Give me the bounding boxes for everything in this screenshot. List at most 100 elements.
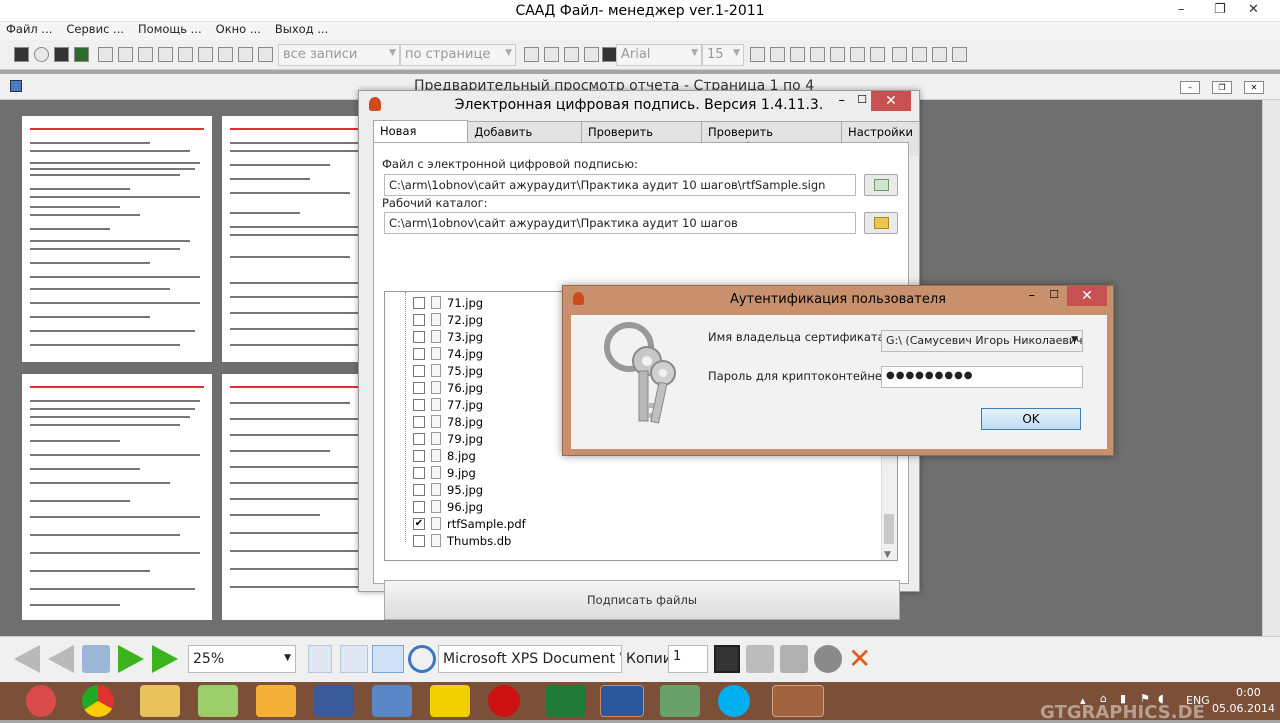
menu-exit[interactable]: Выход ... [275,22,328,40]
preview-minimize-button[interactable]: – [1180,81,1200,94]
file-checkbox[interactable] [413,534,425,547]
clock-date[interactable]: 05.06.2014 [1212,702,1275,715]
paste-icon[interactable] [602,47,617,62]
help-icon[interactable] [34,47,49,62]
notepad-icon[interactable] [198,685,238,717]
auth-maximize-button[interactable]: ☐ [1049,288,1059,301]
list-icon[interactable] [118,47,133,62]
ok-button[interactable]: OK [981,408,1081,430]
print-icon[interactable] [98,47,113,62]
file-row[interactable]: 79.jpg [413,430,483,447]
auth-close-button[interactable]: ✕ [1067,286,1107,306]
justify-icon[interactable] [870,47,885,62]
file-row[interactable]: 73.jpg [413,328,483,345]
file-row[interactable]: 71.jpg [413,294,483,311]
file-row[interactable]: 96.jpg [413,498,483,515]
last-page-icon[interactable] [152,645,178,673]
records-combo[interactable]: все записи ▼ [278,44,400,66]
folder-icon[interactable] [140,685,180,717]
report-page-1[interactable] [22,116,212,362]
file-checkbox[interactable] [413,432,425,445]
file-row[interactable]: 95.jpg [413,481,483,498]
network-icon[interactable] [14,47,29,62]
app-5-icon[interactable] [256,685,296,717]
file-row[interactable]: 77.jpg [413,396,483,413]
menu-help[interactable]: Помощь ... [138,22,202,40]
zoom-icon[interactable] [408,645,436,673]
align-right-icon[interactable] [850,47,865,62]
stop-icon[interactable] [138,47,153,62]
spreadsheet-icon[interactable] [74,47,89,62]
multi-page-icon[interactable] [372,645,404,673]
browse-file-button[interactable] [864,174,898,196]
signature-file-field[interactable]: C:\arm\1obnov\сайт ажураудит\Практика ау… [384,174,856,196]
password-field[interactable]: ●●●●●●●●● [881,366,1083,388]
scroll-thumb[interactable] [884,514,894,544]
link-icon[interactable] [524,47,539,62]
print-setup-icon[interactable] [746,645,774,673]
file-row[interactable]: 78.jpg [413,413,483,430]
file-checkbox[interactable] [413,415,425,428]
border-icon[interactable] [952,47,967,62]
two-pages-icon[interactable] [340,645,368,673]
signature-minimize-button[interactable]: – [839,93,846,108]
file-checkbox[interactable] [413,398,425,411]
opera-icon[interactable] [488,685,520,717]
tray-chevron-icon[interactable]: ▴ [1080,694,1086,707]
file-row[interactable]: 75.jpg [413,362,483,379]
menu-service[interactable]: Сервис ... [66,22,124,40]
fill-color-icon[interactable] [932,47,947,62]
preview-scrollbar[interactable] [1262,100,1280,636]
file-checkbox[interactable] [413,449,425,462]
prev-page-icon[interactable] [48,645,74,673]
file-checkbox[interactable] [413,466,425,479]
app-8-icon[interactable] [430,685,470,717]
menu-file[interactable]: Файл ... [6,22,52,40]
report-page-3[interactable] [22,374,212,620]
skype-icon[interactable] [718,685,750,717]
copy-icon[interactable] [584,47,599,62]
file-row[interactable]: 9.jpg [413,464,476,481]
file-checkbox[interactable] [413,500,425,513]
chrome-icon[interactable] [82,685,114,717]
remote-desktop-icon[interactable] [372,685,412,717]
file-checkbox[interactable] [413,364,425,377]
flag-icon[interactable]: ⚑ [1140,692,1150,705]
first-page-icon[interactable] [14,645,40,673]
zoom-combo[interactable]: 25% ▼ [188,645,296,673]
file-row[interactable]: 76.jpg [413,379,483,396]
cert-owner-select[interactable]: G:\ (Самусевич Игорь Николаевич ▼ [881,330,1083,352]
menu-window[interactable]: Окно ... [216,22,261,40]
search-icon[interactable] [158,47,173,62]
minus-icon[interactable] [544,47,559,62]
app-1-icon[interactable] [26,685,56,717]
settings-gear-icon[interactable] [814,645,842,673]
columns-icon[interactable] [258,47,273,62]
single-page-icon[interactable] [308,645,332,673]
italic-icon[interactable] [770,47,785,62]
next-page-icon[interactable] [118,645,144,673]
file-checkbox[interactable] [413,296,425,309]
page-combo[interactable]: по странице ▼ [400,44,516,66]
archive-icon[interactable] [660,685,700,717]
align-center-icon[interactable] [830,47,845,62]
font-combo[interactable]: Arial ▼ [616,44,702,66]
file-row[interactable]: 72.jpg [413,311,483,328]
grid-icon[interactable] [238,47,253,62]
file-row[interactable]: 8.jpg [413,447,476,464]
undo-icon[interactable] [564,47,579,62]
file-row[interactable]: 74.jpg [413,345,483,362]
excel-icon[interactable] [546,685,586,717]
copies-stepper[interactable]: 1 [668,645,708,673]
language-indicator[interactable]: ENG [1186,694,1210,707]
preview-close-button[interactable]: ✕ [1244,81,1264,94]
printer-combo[interactable]: Microsoft XPS Document W [438,645,622,673]
font-size-combo[interactable]: 15 ▼ [702,44,744,66]
underline-icon[interactable] [790,47,805,62]
working-dir-field[interactable]: C:\arm\1obnov\сайт ажураудит\Практика ау… [384,212,856,234]
file-checkbox[interactable] [413,483,425,496]
maximize-button[interactable]: ❐ [1214,2,1226,17]
text-color-icon[interactable] [912,47,927,62]
signature-app-icon[interactable] [772,685,824,717]
align-left-icon[interactable] [810,47,825,62]
